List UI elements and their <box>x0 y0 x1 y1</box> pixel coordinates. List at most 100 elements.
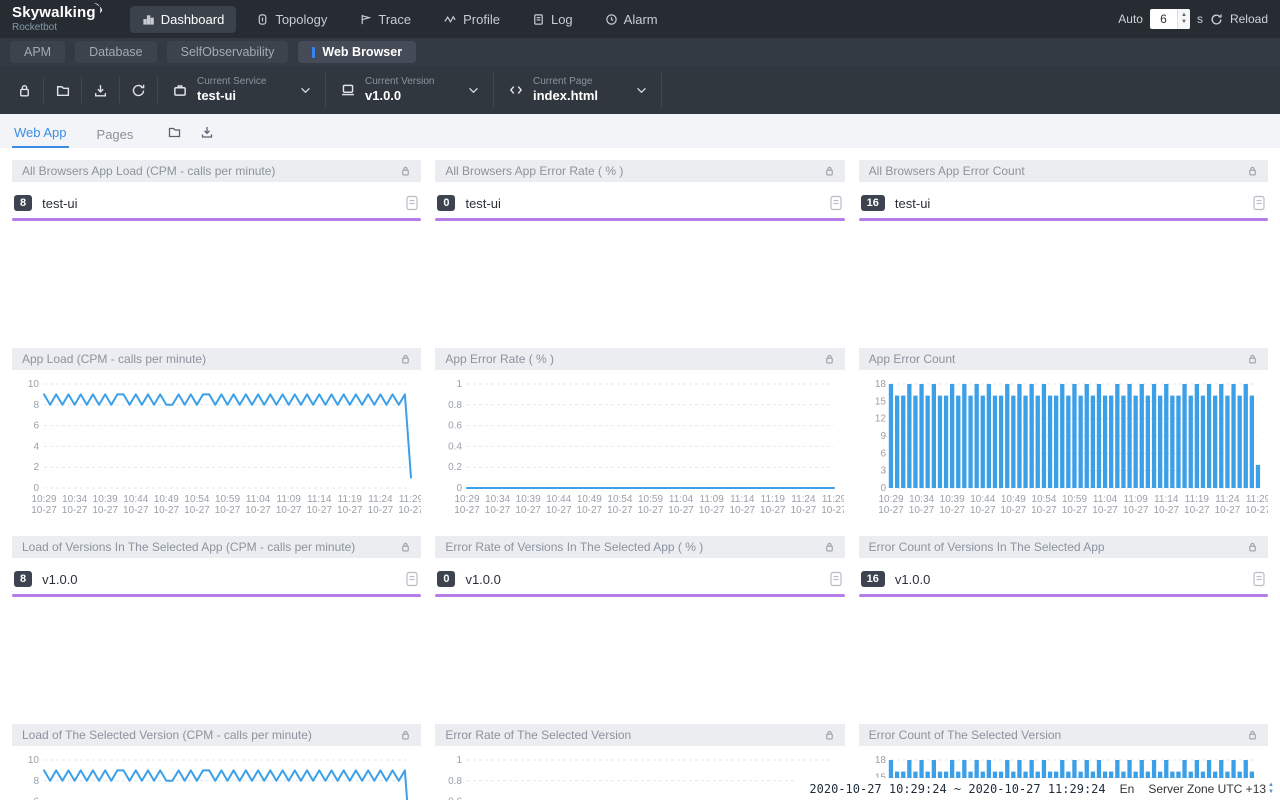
lock-button[interactable] <box>6 77 44 103</box>
metric-row[interactable]: 0 v1.0.0 <box>437 571 842 587</box>
svg-text:10-27: 10-27 <box>1092 505 1118 516</box>
lock-icon[interactable] <box>400 165 411 177</box>
panel-header: Error Rate of Versions In The Selected A… <box>435 536 844 558</box>
nav-item-profile[interactable]: Profile <box>431 6 512 33</box>
line-chart[interactable]: 024681010:2910-2710:3410-2710:3910-2710:… <box>12 748 421 800</box>
line-chart[interactable]: 024681010:2910-2710:3410-2710:3910-2710:… <box>12 372 421 524</box>
svg-text:10-27: 10-27 <box>92 505 118 516</box>
panel-header: App Load (CPM - calls per minute) <box>12 348 421 370</box>
clipboard-icon[interactable] <box>1252 195 1266 211</box>
tab-web-app[interactable]: Web App <box>12 117 69 148</box>
rocket-swoosh-icon <box>93 2 105 14</box>
metric-row[interactable]: 0 test-ui <box>437 195 842 211</box>
reload-icon[interactable] <box>1210 13 1223 26</box>
lock-icon[interactable] <box>1247 729 1258 741</box>
tab-web-browser[interactable]: Web Browser <box>298 41 416 63</box>
current-service-selector[interactable]: Current Service test-ui <box>158 73 326 107</box>
chevron-down-icon <box>468 87 479 94</box>
folder-icon[interactable] <box>167 125 182 139</box>
clipboard-icon[interactable] <box>405 195 419 211</box>
lock-icon[interactable] <box>824 165 835 177</box>
svg-text:10-27: 10-27 <box>62 505 88 516</box>
service-icon <box>172 82 188 98</box>
nav-item-alarm[interactable]: Alarm <box>593 6 670 33</box>
tab-pages[interactable]: Pages <box>95 119 136 148</box>
clipboard-icon[interactable] <box>1252 571 1266 587</box>
svg-text:10-27: 10-27 <box>939 505 965 516</box>
svg-text:10-27: 10-27 <box>1000 505 1026 516</box>
svg-text:11:04: 11:04 <box>669 494 694 505</box>
metric-name: test-ui <box>465 196 828 211</box>
svg-text:10:29: 10:29 <box>455 494 480 505</box>
lock-icon[interactable] <box>824 729 835 741</box>
nav-label: Trace <box>378 12 411 27</box>
panel-header: Load of Versions In The Selected App (CP… <box>12 536 421 558</box>
lock-icon[interactable] <box>1247 165 1258 177</box>
svg-text:11:24: 11:24 <box>368 494 393 505</box>
metric-underline <box>859 218 1268 221</box>
svg-text:0.8: 0.8 <box>448 400 462 411</box>
time-range-picker[interactable]: 2020-10-27 10:29:24 ~ 2020-10-27 11:29:2… <box>809 782 1105 796</box>
svg-text:0.8: 0.8 <box>448 776 462 787</box>
tab-label: Database <box>89 45 143 59</box>
svg-text:10:59: 10:59 <box>215 494 240 505</box>
panel-header: All Browsers App Error Rate ( % ) <box>435 160 844 182</box>
clipboard-icon[interactable] <box>405 571 419 587</box>
tab-database[interactable]: Database <box>75 41 157 63</box>
selector-value: test-ui <box>197 89 283 104</box>
bar-chart[interactable]: 036912151810:2910-2710:3410-2710:3910-27… <box>859 372 1268 524</box>
server-zone-control[interactable]: Server Zone UTC +13 ▲▼ <box>1148 782 1274 796</box>
tab-selfobservability[interactable]: SelfObservability <box>167 41 289 63</box>
svg-text:18: 18 <box>875 379 887 390</box>
panel-header: All Browsers App Error Count <box>859 160 1268 182</box>
app-logo[interactable]: Skywalking Rocketbot <box>12 5 96 33</box>
line-chart[interactable]: 00.20.40.60.8110:2910-2710:3410-2710:391… <box>435 748 844 800</box>
line-chart[interactable]: 00.20.40.60.8110:2910-2710:3410-2710:391… <box>435 372 844 524</box>
nav-item-trace[interactable]: Trace <box>347 6 423 33</box>
current-version-selector[interactable]: Current Version v1.0.0 <box>326 73 494 107</box>
metric-row[interactable]: 8 test-ui <box>14 195 419 211</box>
nav-item-topology[interactable]: Topology <box>244 6 339 33</box>
import-icon[interactable] <box>200 125 214 139</box>
lock-icon[interactable] <box>1247 353 1258 365</box>
tab-apm[interactable]: APM <box>10 41 65 63</box>
clipboard-icon[interactable] <box>829 571 843 587</box>
server-zone-value: 13 <box>1253 782 1266 796</box>
metric-row[interactable]: 8 v1.0.0 <box>14 571 419 587</box>
svg-text:10:59: 10:59 <box>1062 494 1087 505</box>
server-zone-spinner[interactable]: ▲▼ <box>1268 782 1274 795</box>
nav-item-dashboard[interactable]: Dashboard <box>130 6 237 33</box>
svg-text:10:44: 10:44 <box>547 494 572 505</box>
panel-title: All Browsers App Load (CPM - calls per m… <box>22 164 275 178</box>
export-template-button[interactable] <box>82 77 120 103</box>
lock-icon[interactable] <box>400 729 411 741</box>
current-page-selector[interactable]: Current Page index.html <box>494 73 662 107</box>
refresh-button[interactable] <box>120 77 158 103</box>
auto-interval-input[interactable]: 6 ▲▼ <box>1150 9 1190 29</box>
lock-icon[interactable] <box>400 541 411 553</box>
nav-label: Alarm <box>624 12 658 27</box>
lock-icon[interactable] <box>400 353 411 365</box>
svg-text:10:44: 10:44 <box>123 494 148 505</box>
lock-icon[interactable] <box>824 353 835 365</box>
svg-text:0: 0 <box>880 483 886 494</box>
language-toggle[interactable]: En <box>1120 782 1135 796</box>
auto-interval-spinner[interactable]: ▲▼ <box>1177 9 1190 29</box>
nav-item-log[interactable]: Log <box>520 6 585 33</box>
metric-row[interactable]: 16 v1.0.0 <box>861 571 1266 587</box>
import-template-button[interactable] <box>44 77 82 103</box>
reload-label[interactable]: Reload <box>1230 12 1268 26</box>
clipboard-icon[interactable] <box>829 195 843 211</box>
metric-name: test-ui <box>42 196 405 211</box>
nav-label: Log <box>551 12 573 27</box>
alarm-icon <box>605 13 618 26</box>
auto-unit-label: s <box>1197 12 1203 26</box>
metric-name: test-ui <box>895 196 1252 211</box>
metric-row[interactable]: 16 test-ui <box>861 195 1266 211</box>
svg-text:6: 6 <box>33 421 39 432</box>
lock-icon[interactable] <box>1247 541 1258 553</box>
svg-text:0: 0 <box>33 483 39 494</box>
svg-text:10-27: 10-27 <box>878 505 904 516</box>
lock-icon[interactable] <box>824 541 835 553</box>
svg-text:10: 10 <box>28 379 40 390</box>
